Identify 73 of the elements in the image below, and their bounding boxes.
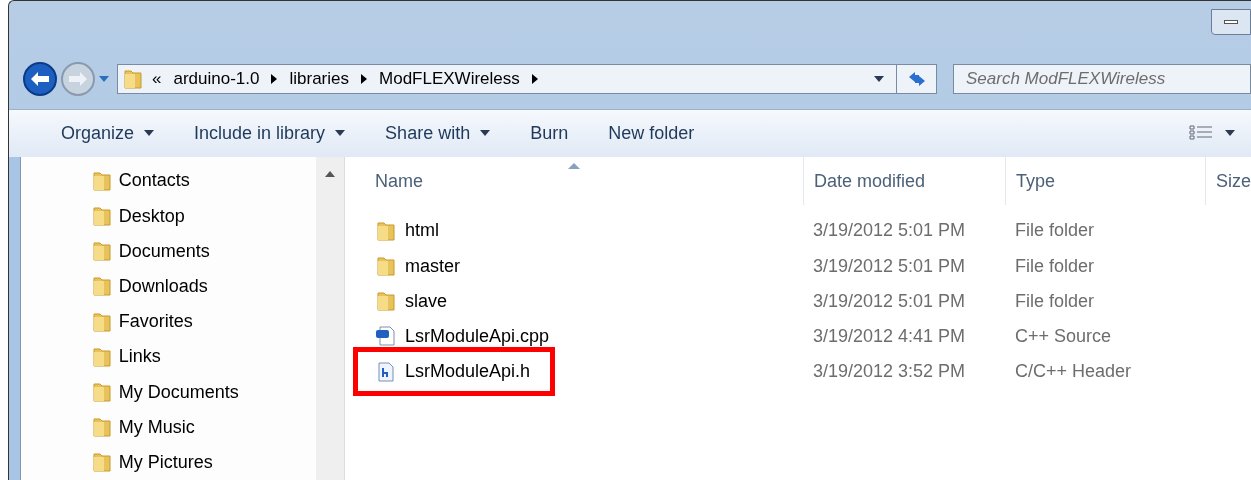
header-file-icon	[375, 360, 397, 383]
toolbar-button[interactable]: Include in library	[185, 119, 355, 147]
address-bar[interactable]: « arduino-1.0 libraries ModFLEXWireless	[117, 64, 937, 94]
sort-arrow-icon	[568, 163, 580, 170]
back-arrow-icon	[31, 72, 49, 86]
file-name[interactable]: LsrModuleApi.cpp	[375, 322, 550, 350]
column-header[interactable]: Type	[1005, 157, 1205, 206]
caret-icon	[335, 130, 346, 137]
nav-item[interactable]: Desktop	[90, 198, 316, 234]
toolbar-button[interactable]: Organize	[52, 119, 164, 147]
breadcrumb[interactable]: arduino-1.0	[173, 66, 260, 92]
forward-arrow-icon	[69, 72, 87, 86]
history-dropdown-icon[interactable]	[99, 76, 109, 82]
folder-icon	[90, 381, 113, 404]
folder-icon	[90, 451, 113, 474]
type-cell-text: C/C++ Header	[1014, 360, 1132, 384]
minimize-button[interactable]	[1211, 9, 1251, 35]
breadcrumb[interactable]: ModFLEXWireless	[379, 66, 520, 92]
toolbar-button[interactable]: New folder	[599, 119, 704, 147]
overflow-marker[interactable]: «	[152, 66, 162, 92]
nav-item[interactable]: Favorites	[90, 304, 316, 340]
folder-icon	[90, 205, 113, 228]
scroll-up-arrow-icon	[324, 171, 335, 178]
cpp-file-icon	[375, 325, 397, 348]
folder-icon	[90, 310, 113, 333]
file-name[interactable]: master	[375, 252, 460, 280]
type-cell-text: File folder	[1014, 254, 1094, 278]
file-name[interactable]: html	[375, 217, 439, 245]
folder-icon	[90, 345, 113, 368]
date-cell-text: 3/19/2012 5:01 PM	[812, 254, 967, 278]
file-name[interactable]: slave	[375, 287, 447, 315]
back-button[interactable]	[23, 62, 57, 96]
type-cell-text: File folder	[1014, 289, 1094, 313]
folder-icon	[90, 275, 113, 298]
chevron-icon	[271, 74, 278, 84]
date-cell-text: 3/19/2012 5:01 PM	[812, 289, 967, 313]
toolbar-button[interactable]: Burn	[521, 119, 578, 147]
caret-icon	[480, 130, 491, 137]
nav-scrollbar[interactable]	[315, 157, 345, 480]
nav-item[interactable]: Links	[90, 339, 316, 375]
caret-icon	[1225, 130, 1235, 137]
nav-item[interactable]: My Music	[90, 409, 316, 445]
nav-item[interactable]: Downloads	[90, 268, 316, 305]
view-options-button[interactable]	[1189, 124, 1235, 143]
folder-icon	[375, 255, 397, 278]
nav-item[interactable]: Documents	[90, 233, 316, 269]
date-cell-text: 3/19/2012 4:41 PM	[812, 324, 967, 348]
nav-item[interactable]: My Documents	[90, 374, 316, 410]
folder-icon	[375, 290, 397, 313]
folder-icon	[90, 240, 113, 263]
column-header[interactable]: Name	[345, 157, 803, 206]
minimize-icon	[1224, 20, 1238, 24]
folder-icon	[90, 416, 113, 439]
file-name[interactable]: LsrModuleApi.h	[353, 347, 556, 397]
breadcrumb[interactable]: libraries	[289, 66, 349, 92]
column-header[interactable]: Date modified	[803, 157, 1005, 206]
nav-item[interactable]: Contacts	[90, 163, 316, 199]
date-cell-text: 3/19/2012 5:01 PM	[812, 219, 967, 243]
caret-icon	[144, 130, 155, 137]
date-cell-text: 3/19/2012 3:52 PM	[812, 360, 967, 384]
column-header[interactable]: Size	[1205, 157, 1251, 206]
chevron-icon	[531, 74, 538, 84]
chevron-icon	[361, 74, 367, 84]
folder-icon	[122, 68, 144, 90]
nav-item[interactable]: My Pictures	[90, 444, 316, 480]
type-cell-text: C++ Source	[1014, 324, 1112, 348]
details-view-icon	[1189, 124, 1213, 143]
search-field[interactable]: Search ModFLEXWireless	[953, 64, 1251, 94]
type-cell-text: File folder	[1014, 219, 1094, 243]
caret-icon	[874, 76, 884, 82]
folder-icon	[90, 169, 113, 192]
folder-icon	[375, 219, 397, 242]
toolbar-button[interactable]: Share with	[376, 119, 500, 147]
